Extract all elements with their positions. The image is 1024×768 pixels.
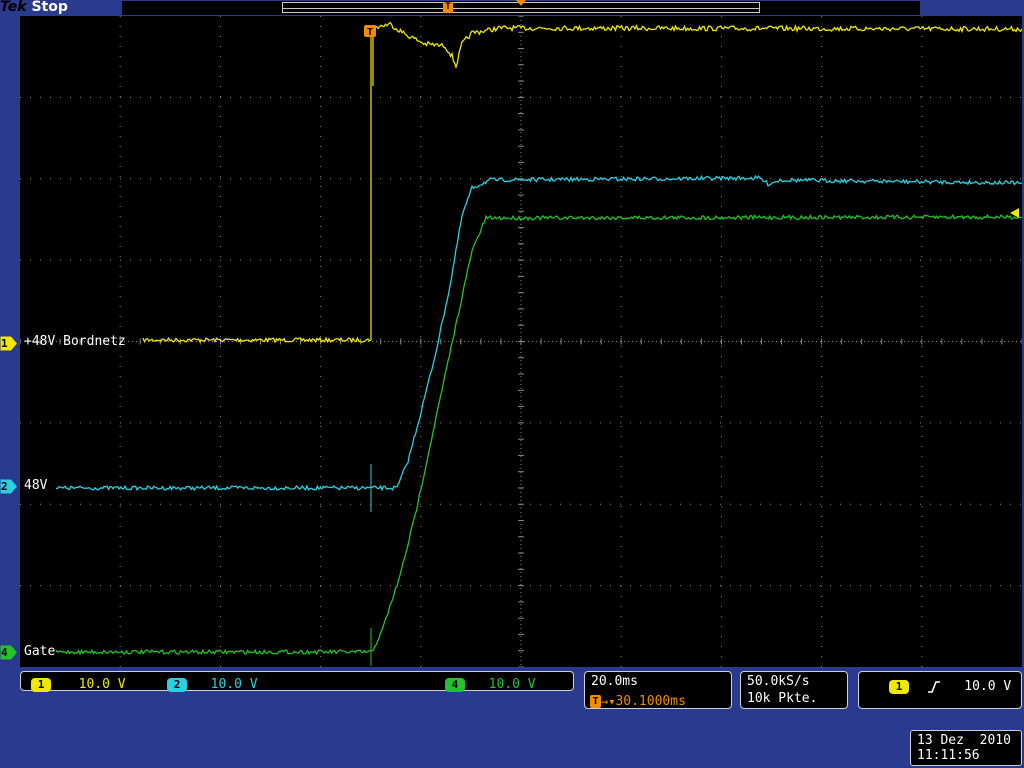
ch1-ground-marker[interactable]: 1 xyxy=(0,336,18,351)
ch1-scale[interactable]: 1 10.0 V xyxy=(31,674,126,693)
ch4-scale-value: 10.0 V xyxy=(488,677,536,692)
ch4-badge: 4 xyxy=(445,677,465,692)
expansion-point-icon xyxy=(516,0,526,6)
trigger-source-badge: 1 xyxy=(889,679,909,694)
ch2-badge: 2 xyxy=(167,677,187,692)
trigger-position-readout: T →▾30.1000ms xyxy=(590,691,686,710)
top-status-bar: Tek Stop T xyxy=(0,0,1024,16)
waveform-display[interactable]: T xyxy=(20,16,1022,667)
trigger-position-value: 30.1000ms xyxy=(615,694,686,709)
ch1-scale-value: 10.0 V xyxy=(78,677,126,692)
trigger-level: 10.0 V xyxy=(964,679,1012,694)
trigger-readout[interactable]: 1 10.0 V xyxy=(858,671,1022,709)
acquisition-state[interactable]: Stop xyxy=(31,0,67,15)
acquisition-readout[interactable]: 50.0kS/s 10k Pkte. xyxy=(740,671,848,709)
timebase-scale: 20.0ms xyxy=(591,674,638,689)
arrow-right-icon: →▾ xyxy=(601,694,616,709)
waveform-graticule: T xyxy=(20,16,1022,667)
ch1-label: +48V Bordnetz xyxy=(24,334,126,349)
brand-status: Tek Stop xyxy=(0,0,68,15)
readout-panel: 1 10.0 V 2 10.0 V 4 10.0 V 20.0ms T →▾30.… xyxy=(0,668,1024,768)
ch4-ground-marker[interactable]: 4 xyxy=(0,645,18,660)
ch2-label: 48V xyxy=(24,478,48,493)
ch2-trace xyxy=(55,174,1022,492)
time: 11:11:56 xyxy=(917,748,980,763)
ch4-scale[interactable]: 4 10.0 V xyxy=(445,674,536,693)
trigger-position-marker[interactable]: T xyxy=(443,2,453,13)
sample-rate: 50.0kS/s xyxy=(747,674,810,689)
trigger-point-label: T xyxy=(367,27,373,38)
rising-edge-icon xyxy=(927,680,940,693)
datetime-display: 13 Dez 2010 11:11:56 xyxy=(910,730,1022,766)
ch2-ground-marker[interactable]: 2 xyxy=(0,479,18,494)
brand-logo: Tek xyxy=(0,0,27,15)
ch4-label: Gate xyxy=(24,644,56,659)
ch2-scale[interactable]: 2 10.0 V xyxy=(167,674,258,693)
record-length: 10k Pkte. xyxy=(747,691,818,706)
ch1-badge: 1 xyxy=(31,677,51,692)
ch1-trace xyxy=(371,21,1022,70)
trigger-position-icon: T xyxy=(590,695,601,708)
ch4-trace xyxy=(55,213,1022,656)
date: 13 Dez 2010 xyxy=(917,733,1011,748)
trigger-level-arrow-icon xyxy=(1010,208,1019,218)
vertical-scale-readout[interactable]: 1 10.0 V 2 10.0 V 4 10.0 V xyxy=(20,671,574,693)
ch2-scale-value: 10.0 V xyxy=(210,677,258,692)
horizontal-readout[interactable]: 20.0ms T →▾30.1000ms xyxy=(584,671,732,709)
